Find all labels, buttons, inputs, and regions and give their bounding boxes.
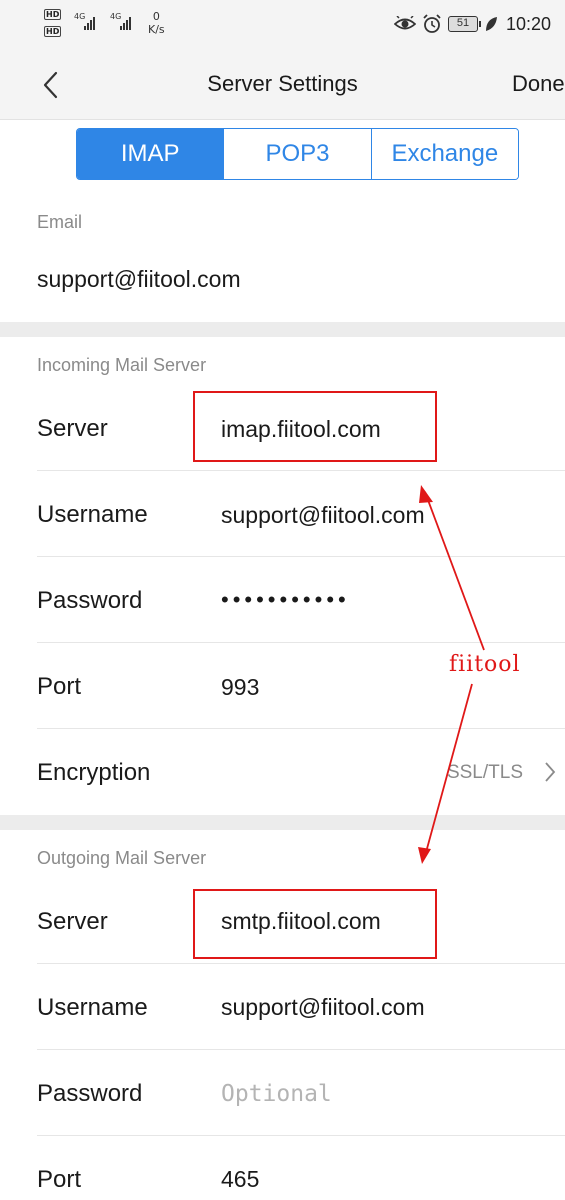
status-indicators: HD HD 4G 4G 0 K/s — [44, 9, 174, 41]
tab-imap[interactable]: IMAP — [77, 129, 224, 179]
encryption-value: SSL/TLS — [446, 762, 523, 783]
clock: 10:20 — [505, 13, 551, 34]
outgoing-password-input[interactable]: Optional — [221, 1080, 332, 1108]
eye-comfort-icon — [393, 16, 416, 30]
tab-pop3[interactable]: POP3 — [223, 129, 371, 179]
nav-bar: Server Settings Done — [0, 50, 565, 120]
status-bar: HD HD 4G 4G 0 K/s 51 10:20 — [0, 0, 565, 50]
chevron-right-icon — [545, 762, 556, 782]
incoming-port-label: Port — [37, 673, 82, 700]
incoming-username-input[interactable]: support@fiitool.com — [221, 501, 425, 529]
encryption-label: Encryption — [37, 759, 151, 786]
incoming-password-row: Password ••••••••••• — [0, 557, 565, 643]
outgoing-port-label: Port — [37, 1166, 82, 1193]
status-right: 51 10:20 — [393, 12, 551, 36]
alarm-icon — [423, 14, 441, 33]
outgoing-port-row: Port 465 — [0, 1136, 565, 1200]
speed-value: 0 — [152, 10, 160, 23]
outgoing-password-row: Password Optional — [0, 1050, 565, 1136]
incoming-port-input[interactable]: 993 — [221, 673, 259, 701]
tab-exchange[interactable]: Exchange — [370, 129, 518, 179]
page-title: Server Settings — [207, 71, 358, 96]
leaf-icon — [485, 17, 497, 31]
signal-icon-2 — [120, 16, 131, 30]
encryption-row[interactable]: Encryption SSL/TLS — [0, 729, 565, 815]
outgoing-section-title: Outgoing Mail Server — [37, 848, 207, 868]
annotation-highlight-box-smtp — [193, 889, 437, 959]
outgoing-username-input[interactable]: support@fiitool.com — [221, 993, 425, 1021]
incoming-server-label: Server — [37, 415, 108, 442]
incoming-password-input[interactable]: ••••••••••• — [221, 586, 350, 614]
incoming-password-label: Password — [37, 587, 143, 614]
arrowhead-down-icon — [418, 847, 431, 864]
outgoing-port-input[interactable]: 465 — [221, 1165, 259, 1193]
incoming-section-title: Incoming Mail Server — [37, 355, 207, 375]
section-separator — [0, 815, 565, 830]
outgoing-username-label: Username — [37, 994, 148, 1021]
signal-icon — [84, 16, 95, 30]
annotation-label: fiitool — [449, 652, 521, 677]
outgoing-username-row: Username support@fiitool.com — [0, 964, 565, 1050]
speed-unit: K/s — [148, 23, 165, 36]
protocol-tabs: IMAP POP3 Exchange — [76, 128, 519, 180]
hd-voice-badge: HD — [44, 9, 62, 20]
incoming-username-label: Username — [37, 501, 148, 528]
annotation-highlight-box-imap — [193, 391, 437, 462]
email-label: Email — [37, 212, 83, 232]
network-speed: 0 K/s — [148, 10, 165, 36]
hd-voice-badge-2: HD — [44, 26, 62, 37]
incoming-username-row: Username support@fiitool.com — [0, 471, 565, 557]
email-value: support@fiitool.com — [37, 266, 241, 292]
done-button[interactable]: Done — [512, 71, 565, 97]
section-separator — [0, 322, 565, 337]
outgoing-server-label: Server — [37, 908, 108, 935]
battery-icon: 51 — [447, 16, 481, 32]
outgoing-password-label: Password — [37, 1080, 143, 1107]
